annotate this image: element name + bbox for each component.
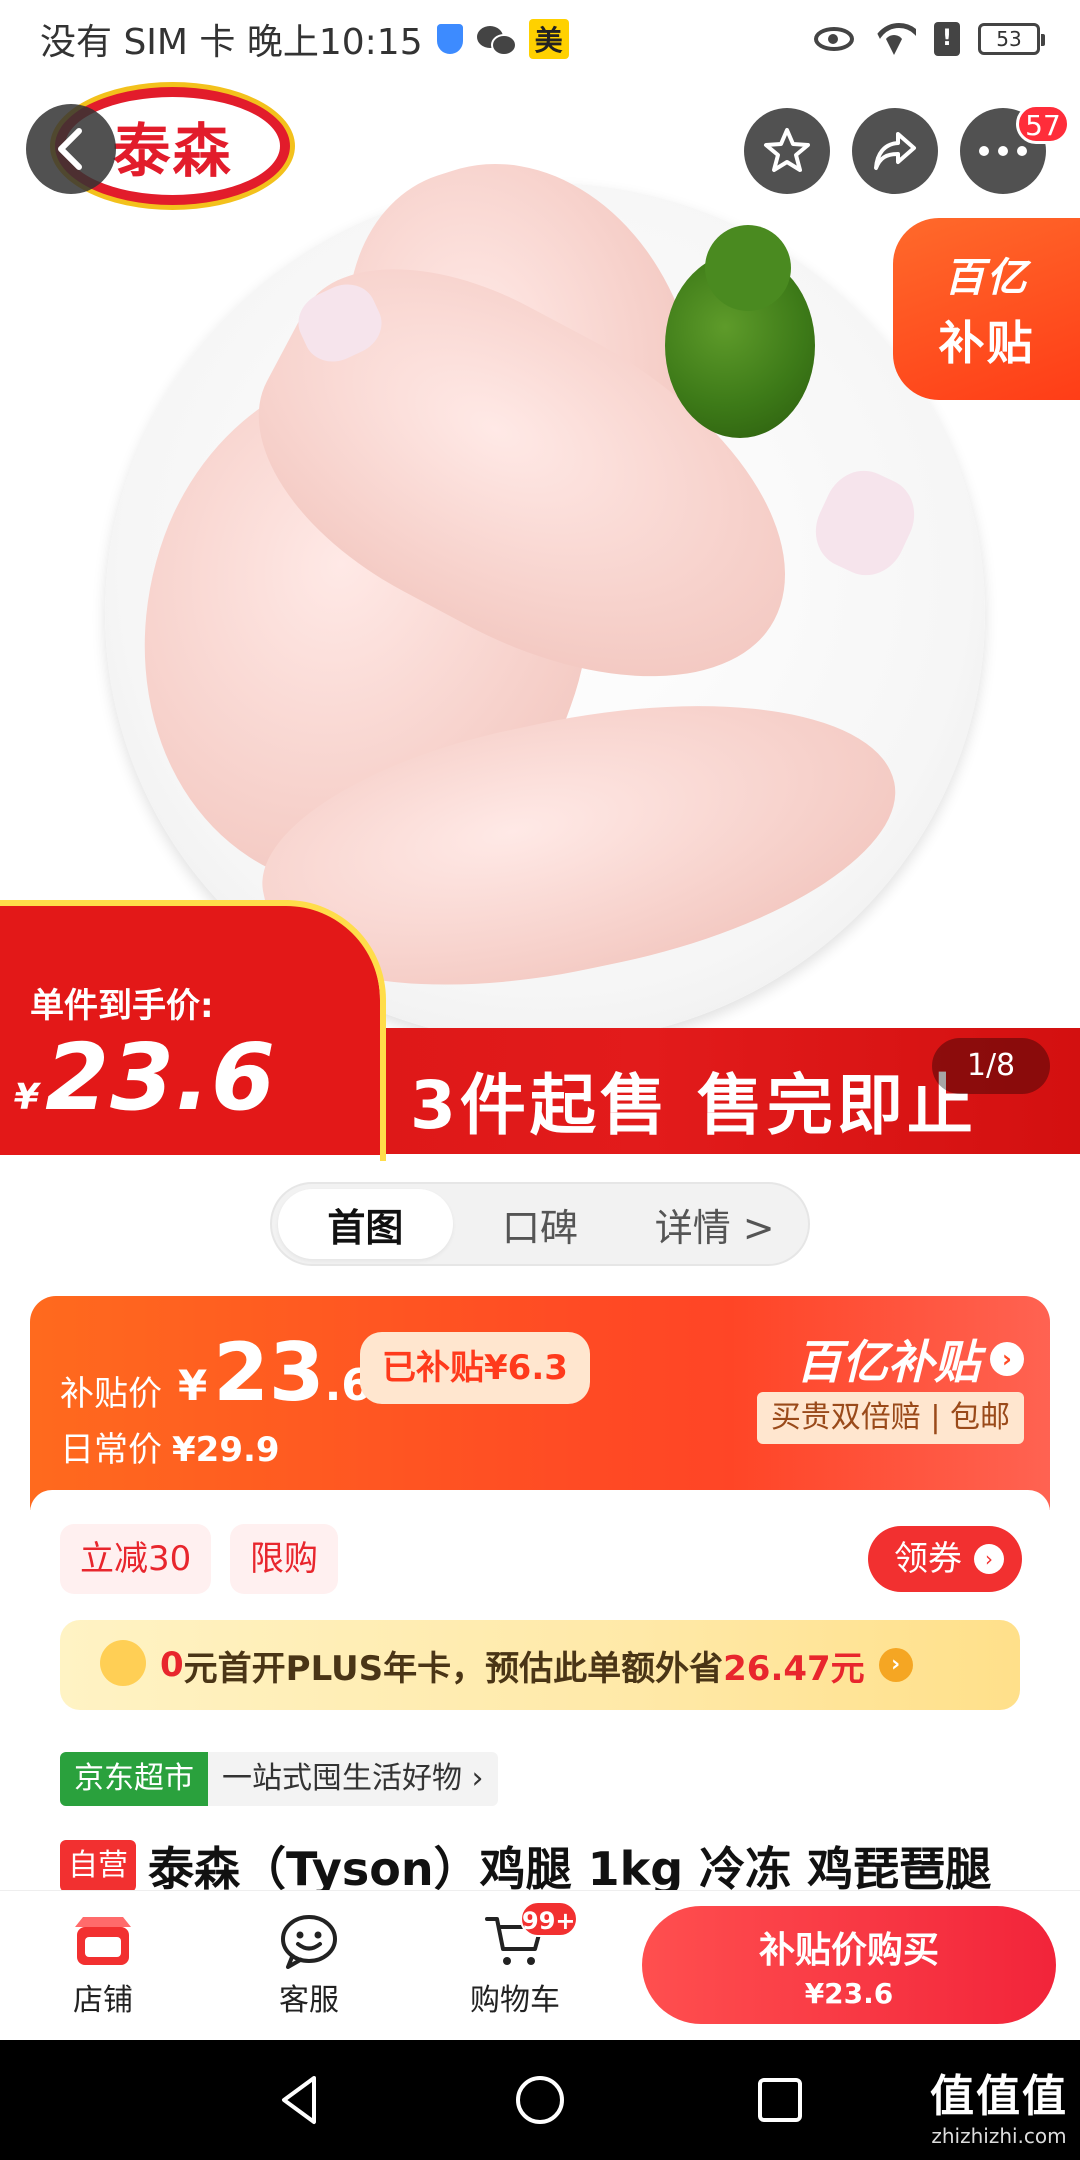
alert-icon: ! [934, 22, 960, 56]
subsidy-price-currency: ¥ [178, 1361, 208, 1410]
more-icon [979, 146, 1027, 156]
banner-slogan: 3件起售 售完即止 [410, 1067, 977, 1144]
image-counter: 1/8 [932, 1038, 1050, 1094]
product-title-row: 自营 泰森（Tyson）鸡腿 1kg 冷冻 鸡琵琶腿 [60, 1840, 1040, 1890]
unit-price: ¥ 23.6 [14, 1024, 276, 1131]
carrier-time: 没有 SIM 卡 晚上10:15 [40, 22, 423, 63]
status-bar-right: ! 53 [814, 22, 1045, 56]
coupon-button-label: 领券 [894, 1539, 962, 1579]
chevron-right-icon: › [878, 1648, 913, 1682]
subsidy-price-label: 补贴价 [60, 1374, 162, 1414]
eye-icon [814, 27, 854, 51]
buy-button-label: 补贴价购买 [758, 1929, 939, 1971]
discount-tag: 立减30 [60, 1524, 212, 1594]
tab-switcher: 首图 口碑 详情 > [270, 1182, 810, 1266]
battery-icon: 53 [978, 23, 1045, 55]
brand-logo-text: 泰森 [112, 117, 233, 185]
customer-service-label: 客服 [279, 1982, 339, 2018]
status-bar: 没有 SIM 卡 晚上10:15 美 ! 53 [0, 0, 1080, 78]
unit-price-currency: ¥ [14, 1077, 40, 1118]
unit-price-value: 23.6 [45, 1024, 277, 1131]
chat-icon [281, 1914, 337, 1969]
favorite-button[interactable] [744, 108, 830, 194]
unit-price-label: 单件到手价: [30, 986, 214, 1026]
wechat-icon [476, 24, 517, 56]
back-arrow-icon [58, 128, 82, 170]
back-button[interactable] [26, 104, 116, 194]
tab-main-image[interactable]: 首图 [278, 1189, 453, 1259]
store-button[interactable]: 店铺 [0, 1913, 206, 2019]
chevron-right-icon: › [974, 1544, 1004, 1574]
cart-label: 购物车 [470, 1982, 560, 2018]
store-icon [75, 1916, 131, 1965]
plus-membership-banner[interactable]: 0 元首开PLUS年卡，预估此单额外省 26.47元 › [60, 1620, 1020, 1710]
star-icon [764, 128, 810, 172]
nav-back-icon[interactable] [272, 2072, 328, 2128]
tab-details[interactable]: 详情 > [627, 1189, 802, 1259]
wifi-icon [872, 23, 916, 55]
supermarket-slogan: 一站式囤生活好物 › [208, 1752, 498, 1806]
tab-reviews[interactable]: 口碑 [453, 1189, 628, 1259]
watermark-url: zhizhizhi.com [931, 2124, 1067, 2148]
shield-icon [436, 24, 463, 54]
system-navigation-bar [0, 2040, 1080, 2160]
regular-price-value: ¥29.9 [172, 1430, 280, 1470]
plus-banner-prefix: 0 [160, 1645, 184, 1685]
subsidy-badge-line1: 百亿 [944, 255, 1029, 301]
watermark-title: 值值值 [930, 2071, 1068, 2122]
nav-home-icon[interactable] [512, 2072, 568, 2128]
regular-price: 日常价 ¥29.9 [60, 1422, 280, 1471]
supermarket-tag[interactable]: 京东超市 一站式囤生活好物 › [60, 1752, 498, 1806]
chevron-right-icon: › [990, 1342, 1024, 1376]
store-label: 店铺 [73, 1982, 133, 2018]
get-coupon-button[interactable]: 领券 › [868, 1526, 1022, 1592]
product-info-section: 立减30 限购 领券 › 0 元首开PLUS年卡，预估此单额外省 26.47元 … [30, 1490, 1050, 1890]
buy-now-button[interactable]: 补贴价购买 ¥23.6 [642, 1906, 1056, 2024]
message-badge: 57 [1016, 104, 1070, 144]
share-button[interactable] [852, 108, 938, 194]
watermark: 值值值 zhizhizhi.com [930, 2060, 1068, 2148]
status-bar-left: 没有 SIM 卡 晚上10:15 美 [40, 13, 569, 65]
regular-price-label: 日常价 [60, 1430, 162, 1470]
subsidy-brand-text: 百亿补贴 [796, 1335, 980, 1389]
buy-button-price: ¥23.6 [804, 1976, 894, 2010]
plus-banner-amount: 26.47元 [723, 1648, 865, 1689]
limit-tag: 限购 [230, 1524, 338, 1594]
nav-recents-icon[interactable] [752, 2072, 808, 2128]
cart-button[interactable]: 99+ 购物车 [412, 1900, 618, 2019]
plus-banner-text: 元首开PLUS年卡，预估此单额外省 [183, 1648, 724, 1689]
subsidy-badge: 百亿 补贴 [893, 218, 1080, 400]
subsidy-badge-line2: 补贴 [938, 316, 1035, 370]
guarantee-text: 买贵双倍赔 | 包邮 [756, 1392, 1024, 1444]
subsidy-price: ¥ 23 .6 [178, 1326, 372, 1419]
subsidy-price-int: 23 [213, 1326, 325, 1419]
moon-icon [100, 1640, 146, 1686]
parsley-graphic [665, 225, 815, 438]
price-card: 补贴价 ¥ 23 .6 已补贴¥6.3 日常价 ¥29.9 百亿补贴 › 买贵双倍… [30, 1296, 1050, 1510]
subsidy-brand-link[interactable]: 百亿补贴 › [796, 1326, 1024, 1392]
product-title: 泰森（Tyson）鸡腿 1kg 冷冻 鸡琵琶腿 [148, 1842, 992, 1890]
supermarket-name: 京东超市 [60, 1752, 208, 1806]
share-icon [874, 132, 916, 170]
customer-service-button[interactable]: 客服 [206, 1913, 412, 2019]
self-operated-tag: 自营 [60, 1840, 136, 1890]
cart-badge: 99+ [520, 1900, 578, 1937]
subsidized-amount-badge: 已补贴¥6.3 [360, 1332, 590, 1404]
meituan-icon: 美 [528, 19, 569, 59]
